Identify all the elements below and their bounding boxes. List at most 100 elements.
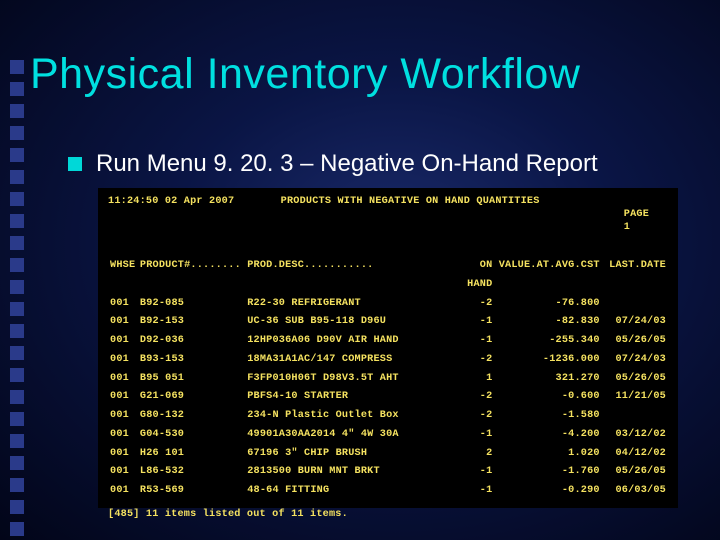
decor-dot xyxy=(10,390,24,404)
decor-dot xyxy=(10,170,24,184)
cell-desc: 48-64 FITTING xyxy=(245,482,449,501)
cell-desc: 12HP036A06 D90V AIR HAND xyxy=(245,332,449,351)
cell-on-hand: -1 xyxy=(450,463,495,482)
decor-dot xyxy=(10,126,24,140)
cell-on-hand: -2 xyxy=(450,388,495,407)
cell-value: 321.270 xyxy=(494,370,601,389)
cell-whse: 001 xyxy=(108,445,138,464)
report-title: PRODUCTS WITH NEGATIVE ON HAND QUANTITIE… xyxy=(281,196,540,247)
cell-on-hand: -1 xyxy=(450,313,495,332)
cell-on-hand: -2 xyxy=(450,407,495,426)
cell-product: G21-069 xyxy=(138,388,245,407)
cell-desc: 49901A30AA2014 4" 4W 30A xyxy=(245,426,449,445)
table-row: 001B92-085R22-30 REFRIGERANT-2-76.800 xyxy=(108,295,668,314)
table-row: 001R53-56948-64 FITTING-1-0.29006/03/05 xyxy=(108,482,668,501)
table-row: 001G21-069PBFS4-10 STARTER-2-0.60011/21/… xyxy=(108,388,668,407)
left-dot-strip xyxy=(10,60,24,540)
decor-dot xyxy=(10,104,24,118)
cell-value: -76.800 xyxy=(494,295,601,314)
cell-desc: F3FP010H06T D98V3.5T AHT xyxy=(245,370,449,389)
cell-product: B95 051 xyxy=(138,370,245,389)
cell-last-date: 05/26/05 xyxy=(602,370,668,389)
cell-last-date: 04/12/02 xyxy=(602,445,668,464)
cell-last-date: 05/26/05 xyxy=(602,463,668,482)
report-timestamp: 11:24:50 02 Apr 2007 xyxy=(108,196,234,247)
cell-whse: 001 xyxy=(108,313,138,332)
cell-whse: 001 xyxy=(108,426,138,445)
table-row: 001G80-132234-N Plastic Outlet Box-2-1.5… xyxy=(108,407,668,426)
cell-value: -255.340 xyxy=(494,332,601,351)
cell-on-hand: -1 xyxy=(450,426,495,445)
cell-on-hand: -1 xyxy=(450,482,495,501)
decor-dot xyxy=(10,302,24,316)
cell-desc: UC-36 SUB B95-118 D96U xyxy=(245,313,449,332)
cell-last-date xyxy=(602,407,668,426)
cell-desc: 67196 3" CHIP BRUSH xyxy=(245,445,449,464)
cell-whse: 001 xyxy=(108,463,138,482)
cell-product: H26 101 xyxy=(138,445,245,464)
cell-whse: 001 xyxy=(108,370,138,389)
col-on: ON xyxy=(450,257,495,276)
cell-last-date xyxy=(602,295,668,314)
square-bullet-icon xyxy=(68,157,82,171)
slide-title: Physical Inventory Workflow xyxy=(30,50,580,99)
bullet-label: Run Menu 9. 20. 3 – Negative On-Hand Rep… xyxy=(96,150,598,178)
cell-value: -1236.000 xyxy=(494,351,601,370)
table-row: 001B95 051F3FP010H06T D98V3.5T AHT1321.2… xyxy=(108,370,668,389)
bullet-row: Run Menu 9. 20. 3 – Negative On-Hand Rep… xyxy=(68,150,598,178)
cell-desc: 18MA31A1AC/147 COMPRESS xyxy=(245,351,449,370)
table-row: 001H26 10167196 3" CHIP BRUSH21.02004/12… xyxy=(108,445,668,464)
cell-last-date: 03/12/02 xyxy=(602,426,668,445)
decor-dot xyxy=(10,214,24,228)
col-whse: WHSE xyxy=(108,257,138,276)
decor-dot xyxy=(10,412,24,426)
decor-dot xyxy=(10,522,24,536)
decor-dot xyxy=(10,258,24,272)
cell-product: G04-530 xyxy=(138,426,245,445)
cell-on-hand: 1 xyxy=(450,370,495,389)
cell-product: B92-153 xyxy=(138,313,245,332)
cell-on-hand: -2 xyxy=(450,295,495,314)
table-row: 001D92-03612HP036A06 D90V AIR HAND-1-255… xyxy=(108,332,668,351)
decor-dot xyxy=(10,236,24,250)
decor-dot xyxy=(10,280,24,294)
cell-whse: 001 xyxy=(108,482,138,501)
cell-product: D92-036 xyxy=(138,332,245,351)
decor-dot xyxy=(10,368,24,382)
col-on-hand: HAND xyxy=(450,276,495,295)
cell-product: G80-132 xyxy=(138,407,245,426)
table-row: 001G04-53049901A30AA2014 4" 4W 30A-1-4.2… xyxy=(108,426,668,445)
cell-whse: 001 xyxy=(108,407,138,426)
decor-dot xyxy=(10,478,24,492)
cell-last-date: 11/21/05 xyxy=(602,388,668,407)
cell-product: B93-153 xyxy=(138,351,245,370)
cell-product: R53-569 xyxy=(138,482,245,501)
col-product: PRODUCT#........ xyxy=(138,257,245,276)
report-footer: [485] 11 items listed out of 11 items. xyxy=(108,509,668,522)
cell-value: -0.600 xyxy=(494,388,601,407)
cell-value: -1.760 xyxy=(494,463,601,482)
cell-desc: 2813500 BURN MNT BRKT xyxy=(245,463,449,482)
cell-last-date: 07/24/03 xyxy=(602,351,668,370)
cell-desc: 234-N Plastic Outlet Box xyxy=(245,407,449,426)
decor-dot xyxy=(10,148,24,162)
cell-whse: 001 xyxy=(108,295,138,314)
cell-on-hand: 2 xyxy=(450,445,495,464)
cell-value: -82.830 xyxy=(494,313,601,332)
decor-dot xyxy=(10,500,24,514)
decor-dot xyxy=(10,82,24,96)
cell-value: 1.020 xyxy=(494,445,601,464)
cell-desc: R22-30 REFRIGERANT xyxy=(245,295,449,314)
col-last-date: LAST.DATE xyxy=(602,257,668,276)
col-desc: PROD.DESC........... xyxy=(245,257,449,276)
page-number: 1 xyxy=(624,222,630,233)
cell-desc: PBFS4-10 STARTER xyxy=(245,388,449,407)
cell-on-hand: -1 xyxy=(450,332,495,351)
col-value: VALUE.AT.AVG.CST xyxy=(494,257,601,276)
cell-product: L86-532 xyxy=(138,463,245,482)
table-row: 001B93-15318MA31A1AC/147 COMPRESS-2-1236… xyxy=(108,351,668,370)
cell-last-date: 06/03/05 xyxy=(602,482,668,501)
decor-dot xyxy=(10,192,24,206)
cell-whse: 001 xyxy=(108,332,138,351)
page-label: PAGE xyxy=(624,209,649,220)
